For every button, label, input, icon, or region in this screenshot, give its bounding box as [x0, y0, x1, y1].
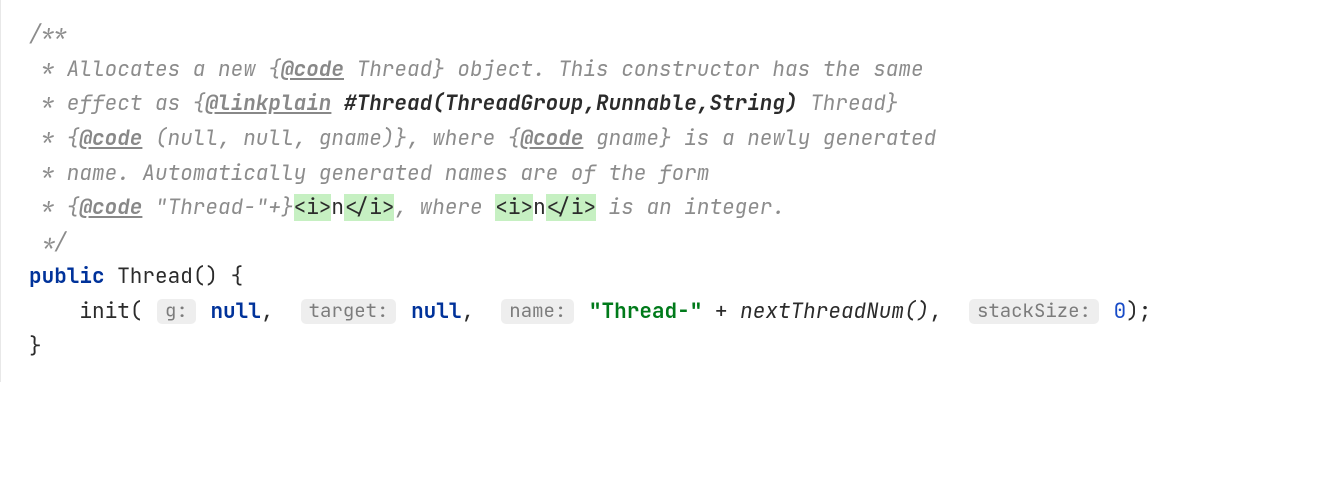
param-hint-target: target:: [301, 299, 397, 324]
plus-op: +: [702, 298, 740, 325]
highlight-close-i: </i>: [546, 194, 596, 221]
javadoc-line-4: * name. Automatically generated names ar…: [29, 160, 709, 187]
code-tag: @code: [520, 125, 583, 152]
javadoc-line-5: * {@code "Thread-"+}<i>n</i>, where <i>n…: [29, 194, 785, 221]
string-literal: "Thread-": [589, 298, 702, 325]
n-var: n: [331, 194, 344, 221]
close-call: );: [1126, 298, 1151, 325]
linkplain-tag: @linkplain: [205, 90, 331, 117]
comma: ,: [261, 298, 286, 325]
param-hint-g: g:: [157, 299, 196, 324]
text: * Allocates a new {: [29, 56, 281, 83]
text: is an integer.: [596, 194, 785, 221]
javadoc-line-3: * {@code (null, null, gname)}, where {@c…: [29, 125, 936, 152]
init-call: init(: [79, 298, 142, 325]
text: (null, null, gname)}, where {: [142, 125, 520, 152]
null-literal: null: [411, 298, 461, 325]
param-hint-name: name:: [501, 299, 574, 324]
highlight-open-i: <i>: [495, 194, 533, 221]
n-var: n: [533, 194, 546, 221]
text: "Thread-"+}: [142, 194, 293, 221]
indent: [29, 298, 79, 325]
javadoc-line-2: * effect as {@linkplain #Thread(ThreadGr…: [29, 90, 898, 117]
method-signature: public Thread() {: [29, 263, 243, 290]
text: * {: [29, 125, 79, 152]
code-tag: @code: [79, 125, 142, 152]
text: Thread}: [798, 90, 899, 117]
javadoc-line-1: * Allocates a new {@code Thread} object.…: [29, 56, 924, 83]
comma: ,: [929, 298, 954, 325]
close-brace: }: [29, 333, 42, 360]
code-block: /** * Allocates a new {@code Thread} obj…: [0, 0, 1330, 382]
text: Thread} object. This constructor has the…: [344, 56, 924, 83]
highlight-open-i: <i>: [294, 194, 332, 221]
text: gname} is a newly generated: [583, 125, 936, 152]
highlight-close-i: </i>: [344, 194, 394, 221]
method-body-line: init( g: null, target: null, name: "Thre…: [29, 298, 1151, 325]
param-hint-stacksize: stackSize:: [969, 299, 1099, 324]
text: * {: [29, 194, 79, 221]
javadoc-close: */: [29, 229, 67, 256]
javadoc-open: /**: [29, 21, 67, 48]
method-decl: Thread() {: [105, 263, 244, 290]
null-literal: null: [210, 298, 260, 325]
text: , where: [394, 194, 495, 221]
code-tag: @code: [281, 56, 344, 83]
next-thread-num-call: nextThreadNum(): [740, 298, 929, 325]
comma: ,: [461, 298, 486, 325]
text: * effect as {: [29, 90, 205, 117]
zero-literal: 0: [1114, 298, 1127, 325]
code-tag: @code: [79, 194, 142, 221]
public-keyword: public: [29, 263, 105, 290]
link-reference: #Thread(ThreadGroup,Runnable,String): [331, 90, 797, 117]
